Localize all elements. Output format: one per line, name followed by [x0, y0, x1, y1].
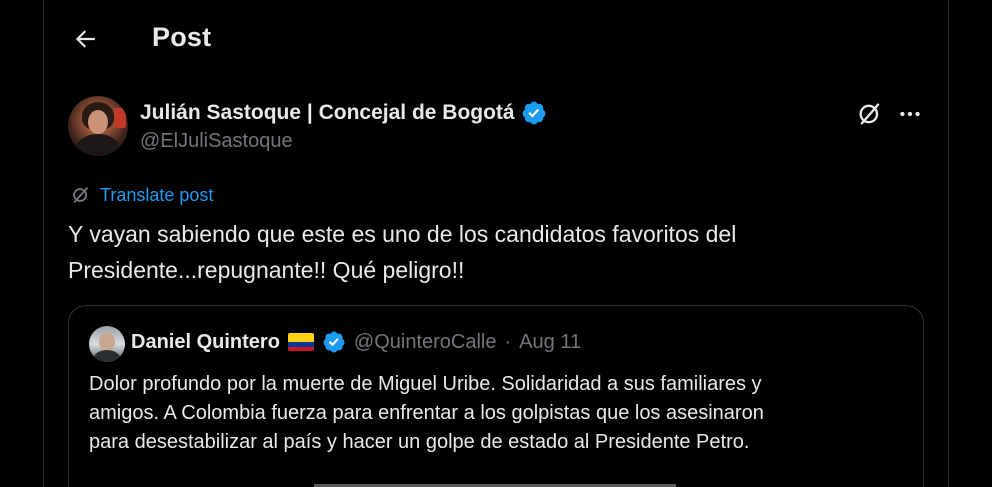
quoted-post[interactable]: Daniel Quintero @QuinteroCalle · Aug 11 … — [68, 305, 924, 487]
post-text-line: Presidente...repugnante!! Qué peligro!! — [68, 257, 465, 283]
quoted-post-date: Aug 11 — [519, 330, 582, 353]
author-name[interactable]: Julián Sastoque | Concejal de Bogotá — [140, 101, 515, 125]
quoted-text-line: Dolor profundo por la muerte de Miguel U… — [89, 373, 762, 395]
column-border-right — [948, 0, 949, 487]
translate-post-link[interactable]: Translate post — [70, 184, 213, 206]
translate-post-label: Translate post — [100, 184, 214, 205]
quoted-text-line: para desestabilizar al país y hacer un g… — [89, 431, 750, 453]
quoted-text-line: amigos. A Colombia fuerza para enfrentar… — [89, 402, 764, 424]
quoted-author-name: Daniel Quintero — [131, 330, 280, 353]
quoted-post-header: Daniel Quintero @QuinteroCalle · Aug 11 — [131, 330, 581, 354]
arrow-left-icon — [75, 30, 95, 48]
page-title: Post — [152, 22, 212, 52]
grok-icon[interactable] — [856, 100, 884, 128]
page-header: Post — [44, 0, 948, 78]
post-text-line: Y vayan sabiendo que este es uno de los … — [68, 221, 737, 247]
author-name-line: Julián Sastoque | Concejal de Bogotá — [140, 100, 547, 126]
author-handle[interactable]: @ElJuliSastoque — [140, 130, 293, 153]
post-text: Y vayan sabiendo que este es uno de los … — [68, 216, 928, 288]
quoted-author-avatar — [89, 326, 125, 362]
author-avatar[interactable] — [68, 96, 128, 156]
verified-badge-icon — [323, 331, 345, 353]
back-button[interactable] — [68, 22, 102, 56]
verified-badge-icon[interactable] — [521, 100, 547, 126]
quoted-post-text: Dolor profundo por la muerte de Miguel U… — [89, 370, 909, 457]
more-horizontal-icon[interactable] — [896, 100, 924, 128]
colombia-flag-icon — [287, 333, 314, 351]
grok-translate-icon — [73, 187, 88, 203]
post-author-row: Julián Sastoque | Concejal de Bogotá @El… — [68, 96, 924, 158]
post-page: Post Julián Sastoque | Concejal de Bogot… — [0, 0, 992, 487]
separator-dot: · — [504, 330, 512, 353]
quoted-author-handle: @QuinteroCalle — [353, 330, 497, 353]
